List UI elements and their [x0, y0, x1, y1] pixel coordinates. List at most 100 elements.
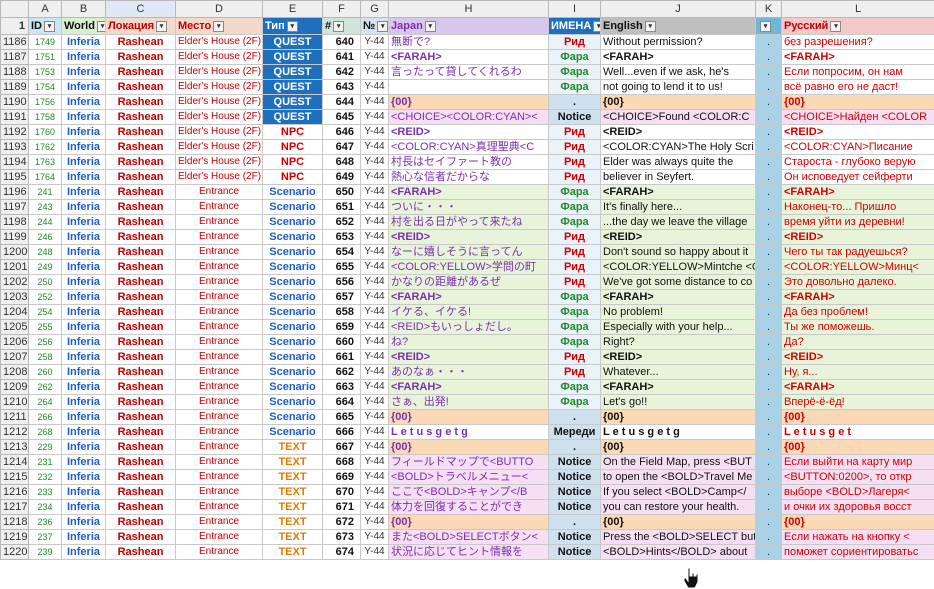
cell-type[interactable]: TEXT — [262, 544, 323, 560]
cell-location[interactable]: Rashean — [105, 364, 176, 380]
cell-number[interactable]: 667 — [322, 439, 361, 455]
row-number[interactable]: 1 — [0, 17, 29, 35]
cell-name[interactable]: Рид — [548, 244, 601, 260]
cell-world[interactable]: Inferia — [61, 199, 106, 215]
cell-k[interactable]: . — [755, 79, 782, 95]
cell-id[interactable]: 231 — [28, 454, 62, 470]
cell-place[interactable]: Entrance — [175, 544, 263, 560]
cell-english[interactable]: <FARAH> — [600, 289, 756, 305]
cell-location[interactable]: Rashean — [105, 484, 176, 500]
cell-location[interactable]: Rashean — [105, 499, 176, 515]
cell-russian[interactable]: Это довольно далеко. — [781, 274, 934, 290]
cell-no[interactable]: Y-44 — [360, 184, 389, 200]
cell-name[interactable]: Рид — [548, 34, 601, 50]
cell-no[interactable]: Y-44 — [360, 214, 389, 230]
cell-k[interactable]: . — [755, 379, 782, 395]
cell-k[interactable]: . — [755, 484, 782, 500]
cell-location[interactable]: Rashean — [105, 319, 176, 335]
filter-dropdown-icon[interactable]: ▾ — [593, 20, 600, 32]
cell-k[interactable]: . — [755, 319, 782, 335]
cell-english[interactable]: ...the day we leave the village — [600, 214, 756, 230]
cell-no[interactable]: Y-44 — [360, 514, 389, 530]
cell-number[interactable]: 665 — [322, 409, 361, 425]
cell-type[interactable]: QUEST — [262, 64, 323, 80]
cell-k[interactable]: . — [755, 34, 782, 50]
row-number[interactable]: 1199 — [0, 229, 29, 245]
cell-type[interactable]: Scenario — [262, 304, 323, 320]
column-header-h[interactable]: H — [388, 0, 549, 18]
column-header-g[interactable]: G — [360, 0, 389, 18]
cell-japan[interactable]: ここで<BOLD>キャンプ</B — [388, 484, 549, 500]
cell-world[interactable]: Inferia — [61, 304, 106, 320]
cell-type[interactable]: Scenario — [262, 289, 323, 305]
cell-number[interactable]: 653 — [322, 229, 361, 245]
cell-id[interactable]: 249 — [28, 259, 62, 275]
cell-k[interactable]: . — [755, 229, 782, 245]
cell-id[interactable]: 239 — [28, 544, 62, 560]
cell-english[interactable]: {00} — [600, 94, 756, 110]
cell-name[interactable]: Notice — [548, 499, 601, 515]
cell-no[interactable]: Y-44 — [360, 334, 389, 350]
cell-name[interactable]: . — [548, 94, 601, 110]
cell-id[interactable]: 256 — [28, 334, 62, 350]
cell-k[interactable]: . — [755, 454, 782, 470]
cell-type[interactable]: Scenario — [262, 259, 323, 275]
cell-world[interactable]: Inferia — [61, 454, 106, 470]
cell-k[interactable]: . — [755, 109, 782, 125]
cell-location[interactable]: Rashean — [105, 514, 176, 530]
row-number[interactable]: 1207 — [0, 349, 29, 365]
cell-name[interactable]: Фара — [548, 214, 601, 230]
cell-no[interactable]: Y-44 — [360, 409, 389, 425]
cell-number[interactable]: 666 — [322, 424, 361, 440]
filter-header-a[interactable]: ID ▾ — [28, 17, 62, 35]
cell-name[interactable]: Рид — [548, 169, 601, 185]
cell-no[interactable]: Y-44 — [360, 34, 389, 50]
cell-id[interactable]: 260 — [28, 364, 62, 380]
cell-number[interactable]: 661 — [322, 349, 361, 365]
cell-location[interactable]: Rashean — [105, 274, 176, 290]
cell-location[interactable]: Rashean — [105, 199, 176, 215]
cell-russian[interactable]: Вперё-ё-ёд! — [781, 394, 934, 410]
cell-russian[interactable]: Наконец-то... Пришло — [781, 199, 934, 215]
cell-place[interactable]: Entrance — [175, 514, 263, 530]
cell-place[interactable]: Entrance — [175, 304, 263, 320]
cell-number[interactable]: 670 — [322, 484, 361, 500]
cell-russian[interactable]: всё равно его не даст! — [781, 79, 934, 95]
cell-japan[interactable]: <REID> — [388, 124, 549, 140]
cell-place[interactable]: Entrance — [175, 289, 263, 305]
cell-location[interactable]: Rashean — [105, 64, 176, 80]
column-header-l[interactable]: L — [781, 0, 934, 18]
cell-name[interactable]: Notice — [548, 544, 601, 560]
cell-japan[interactable]: <REID>もいっしょだし。 — [388, 319, 549, 335]
cell-english[interactable]: <FARAH> — [600, 49, 756, 65]
cell-location[interactable]: Rashean — [105, 154, 176, 170]
cell-type[interactable]: Scenario — [262, 214, 323, 230]
cell-english[interactable]: We've got some distance to co — [600, 274, 756, 290]
cell-russian[interactable]: <FARAH> — [781, 184, 934, 200]
cell-location[interactable]: Rashean — [105, 169, 176, 185]
cell-location[interactable]: Rashean — [105, 49, 176, 65]
cell-russian[interactable]: <FARAH> — [781, 49, 934, 65]
row-number[interactable]: 1220 — [0, 544, 29, 560]
cell-english[interactable]: believer in Seyfert. — [600, 169, 756, 185]
cell-type[interactable]: TEXT — [262, 499, 323, 515]
row-number[interactable]: 1214 — [0, 454, 29, 470]
cell-world[interactable]: Inferia — [61, 34, 106, 50]
cell-no[interactable]: Y-44 — [360, 154, 389, 170]
cell-russian[interactable]: <FARAH> — [781, 289, 934, 305]
cell-russian[interactable]: <CHOICE>Найден <COLOR — [781, 109, 934, 125]
cell-japan[interactable]: <FARAH> — [388, 289, 549, 305]
cell-world[interactable]: Inferia — [61, 319, 106, 335]
cell-place[interactable]: Entrance — [175, 499, 263, 515]
select-all-corner[interactable] — [0, 0, 29, 18]
cell-number[interactable]: 664 — [322, 394, 361, 410]
cell-number[interactable]: 672 — [322, 514, 361, 530]
cell-russian[interactable]: без разрешения? — [781, 34, 934, 50]
cell-number[interactable]: 655 — [322, 259, 361, 275]
cell-k[interactable]: . — [755, 364, 782, 380]
cell-id[interactable]: 254 — [28, 304, 62, 320]
row-number[interactable]: 1192 — [0, 124, 29, 140]
cell-location[interactable]: Rashean — [105, 439, 176, 455]
cell-japan[interactable]: 体力を回復することができ — [388, 499, 549, 515]
cell-number[interactable]: 673 — [322, 529, 361, 545]
